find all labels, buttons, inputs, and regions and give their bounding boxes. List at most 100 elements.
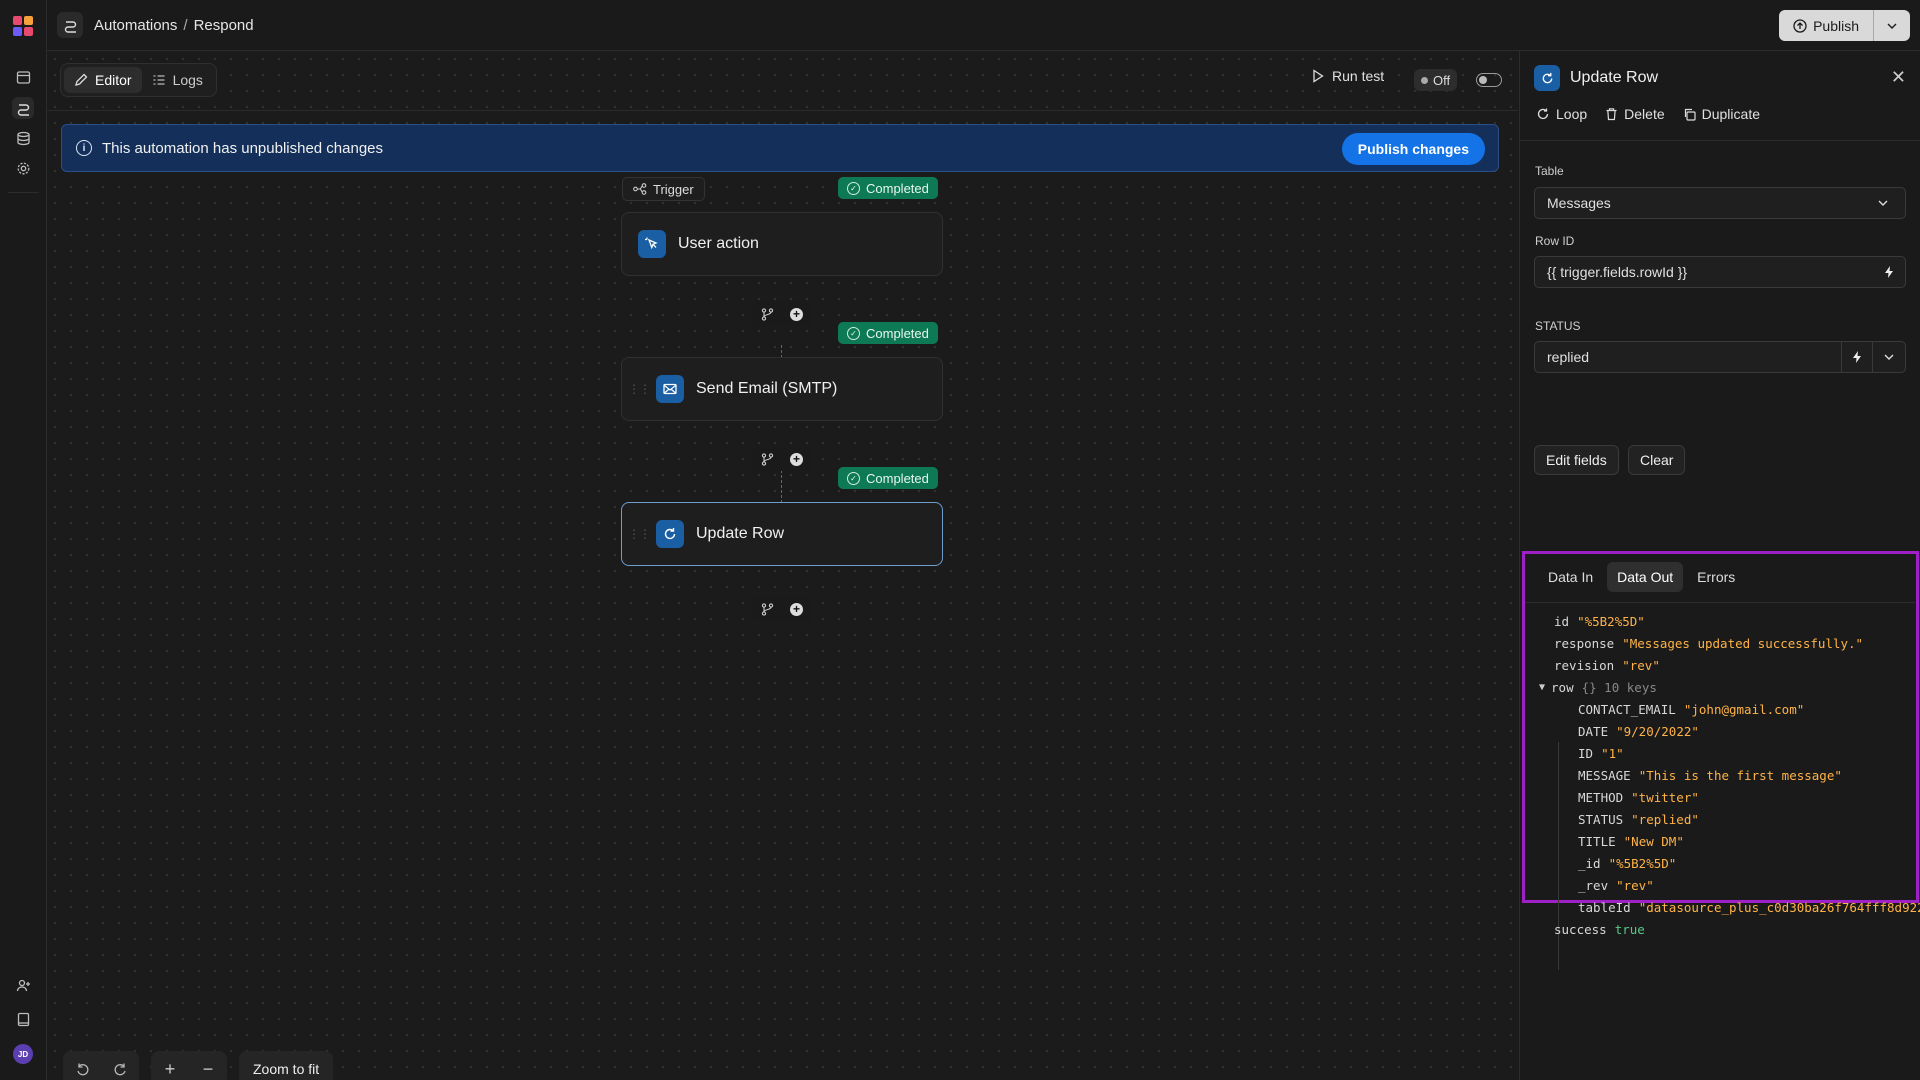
user-avatar[interactable]: JD <box>13 1044 33 1064</box>
json-value: true <box>1614 921 1645 937</box>
json-row-expandable[interactable]: ▼ row {} 10 keys <box>1520 676 1920 698</box>
status-badge-label: Off <box>1433 72 1451 88</box>
drag-handle-icon[interactable]: ⋮⋮ <box>628 382 651 396</box>
zoom-in-icon[interactable]: + <box>151 1051 189 1080</box>
tab-data-in[interactable]: Data In <box>1538 562 1603 592</box>
redo-icon[interactable] <box>101 1051 139 1080</box>
publish-changes-button[interactable]: Publish changes <box>1341 133 1485 165</box>
json-row: ID "1" <box>1520 742 1920 764</box>
json-value: "rev" <box>1622 657 1660 673</box>
flow-node-send-email[interactable]: ⋮⋮ Send Email (SMTP) <box>621 357 943 421</box>
json-meta: {} 10 keys <box>1581 679 1657 695</box>
zoom-to-fit-button[interactable]: Zoom to fit <box>239 1051 334 1080</box>
status-field-label: STATUS <box>1535 319 1581 333</box>
binding-bolt-icon[interactable] <box>1841 342 1873 372</box>
json-row: _id "%5B2%5D" <box>1520 852 1920 874</box>
add-branch-icon[interactable] <box>761 452 774 466</box>
row-id-value: {{ trigger.fields.rowId }} <box>1547 264 1688 280</box>
status-badge: ✓ Completed <box>838 467 938 489</box>
status-label: Completed <box>866 180 929 196</box>
add-branch-icon[interactable] <box>761 307 774 321</box>
toolbar-divider <box>47 110 1518 111</box>
node-title: Send Email (SMTP) <box>696 380 838 397</box>
zoom-out-icon[interactable]: − <box>189 1051 227 1080</box>
breadcrumb: Automations / Respond <box>94 17 254 34</box>
flow-node-update-row[interactable]: ⋮⋮ Update Row <box>621 502 943 566</box>
step-adders: + <box>753 447 811 471</box>
json-value: "This is the first message" <box>1638 767 1842 783</box>
node-title: User action <box>678 235 759 252</box>
row-id-label: Row ID <box>1535 234 1575 248</box>
clear-button[interactable]: Clear <box>1628 445 1686 475</box>
tab-editor[interactable]: Editor <box>64 67 142 93</box>
status-field-input[interactable]: replied <box>1534 341 1906 373</box>
history-controls <box>63 1051 139 1080</box>
json-key: revision <box>1554 657 1615 673</box>
json-row: DATE "9/20/2022" <box>1520 720 1920 742</box>
tab-logs[interactable]: Logs <box>142 67 213 93</box>
tab-logs-label: Logs <box>172 72 203 88</box>
duplicate-label: Duplicate <box>1701 106 1760 122</box>
add-branch-icon[interactable] <box>761 602 774 616</box>
automation-icon[interactable] <box>12 97 34 119</box>
docs-book-icon[interactable] <box>12 1008 34 1030</box>
automation-icon[interactable] <box>57 12 83 38</box>
duplicate-button[interactable]: Duplicate <box>1683 106 1760 122</box>
status-badge: ✓ Completed <box>838 177 938 199</box>
add-step-icon[interactable]: + <box>790 307 803 321</box>
json-row: _rev "rev" <box>1520 874 1920 896</box>
json-value: "1" <box>1601 745 1624 761</box>
list-icon <box>153 75 165 85</box>
design-icon[interactable] <box>12 66 34 88</box>
budibase-logo[interactable] <box>12 15 34 37</box>
run-test-button[interactable]: Run test <box>1312 68 1384 84</box>
edit-fields-button[interactable]: Edit fields <box>1534 445 1619 475</box>
json-value: "twitter" <box>1631 789 1699 805</box>
table-select[interactable]: Messages <box>1534 187 1906 219</box>
chevron-down-icon[interactable] <box>1873 342 1905 372</box>
triangle-down-icon[interactable]: ▼ <box>1539 682 1545 693</box>
json-key: METHOD <box>1578 789 1624 805</box>
upload-circle-icon <box>1793 18 1807 33</box>
pencil-icon <box>75 73 88 86</box>
check-circle-icon: ✓ <box>847 181 860 195</box>
breadcrumb-separator: / <box>183 17 188 34</box>
json-key: id <box>1554 613 1570 629</box>
publish-button[interactable]: Publish <box>1779 10 1874 41</box>
binding-bolt-icon[interactable] <box>1873 257 1905 287</box>
json-value: "replied" <box>1631 811 1699 827</box>
invite-user-icon[interactable] <box>12 974 34 996</box>
drag-handle-icon[interactable]: ⋮⋮ <box>628 527 651 541</box>
json-children: CONTACT_EMAIL "john@gmail.com" DATE "9/20/2… <box>1520 698 1920 918</box>
undo-icon[interactable] <box>63 1051 101 1080</box>
add-step-icon[interactable]: + <box>790 602 803 616</box>
automation-toggle[interactable] <box>1476 73 1502 87</box>
delete-button[interactable]: Delete <box>1605 106 1665 122</box>
cursor-click-icon <box>638 230 666 258</box>
tab-errors[interactable]: Errors <box>1687 562 1745 592</box>
row-id-input[interactable]: {{ trigger.fields.rowId }} <box>1534 256 1906 288</box>
data-icon[interactable] <box>12 127 34 149</box>
loop-button[interactable]: Loop <box>1536 106 1587 122</box>
tab-data-out[interactable]: Data Out <box>1607 562 1684 592</box>
node-title: Update Row <box>696 525 785 542</box>
refresh-icon <box>1534 65 1560 91</box>
publish-options-button[interactable] <box>1874 10 1910 41</box>
chevron-down-icon <box>1887 23 1897 29</box>
automation-canvas[interactable]: Editor Logs Run test Off i This automati… <box>47 51 1518 1080</box>
json-value: "john@gmail.com" <box>1683 701 1805 717</box>
delete-label: Delete <box>1624 106 1665 122</box>
json-row: TITLE "New DM" <box>1520 830 1920 852</box>
close-icon[interactable]: ✕ <box>1891 67 1906 88</box>
settings-gear-icon[interactable] <box>12 157 34 179</box>
mail-icon <box>656 375 684 403</box>
publish-button-group: Publish <box>1779 10 1910 41</box>
breadcrumb-root[interactable]: Automations <box>94 17 177 34</box>
loop-label: Loop <box>1556 106 1588 122</box>
step-settings-panel: Update Row ✕ Loop Delete Duplicate Table… <box>1519 51 1920 1080</box>
flow-node-user-action[interactable]: User action <box>621 212 943 276</box>
json-key: ID <box>1578 745 1594 761</box>
add-step-icon[interactable]: + <box>790 452 803 466</box>
panel-title: Update Row <box>1570 69 1659 86</box>
status-dot <box>1421 76 1428 84</box>
